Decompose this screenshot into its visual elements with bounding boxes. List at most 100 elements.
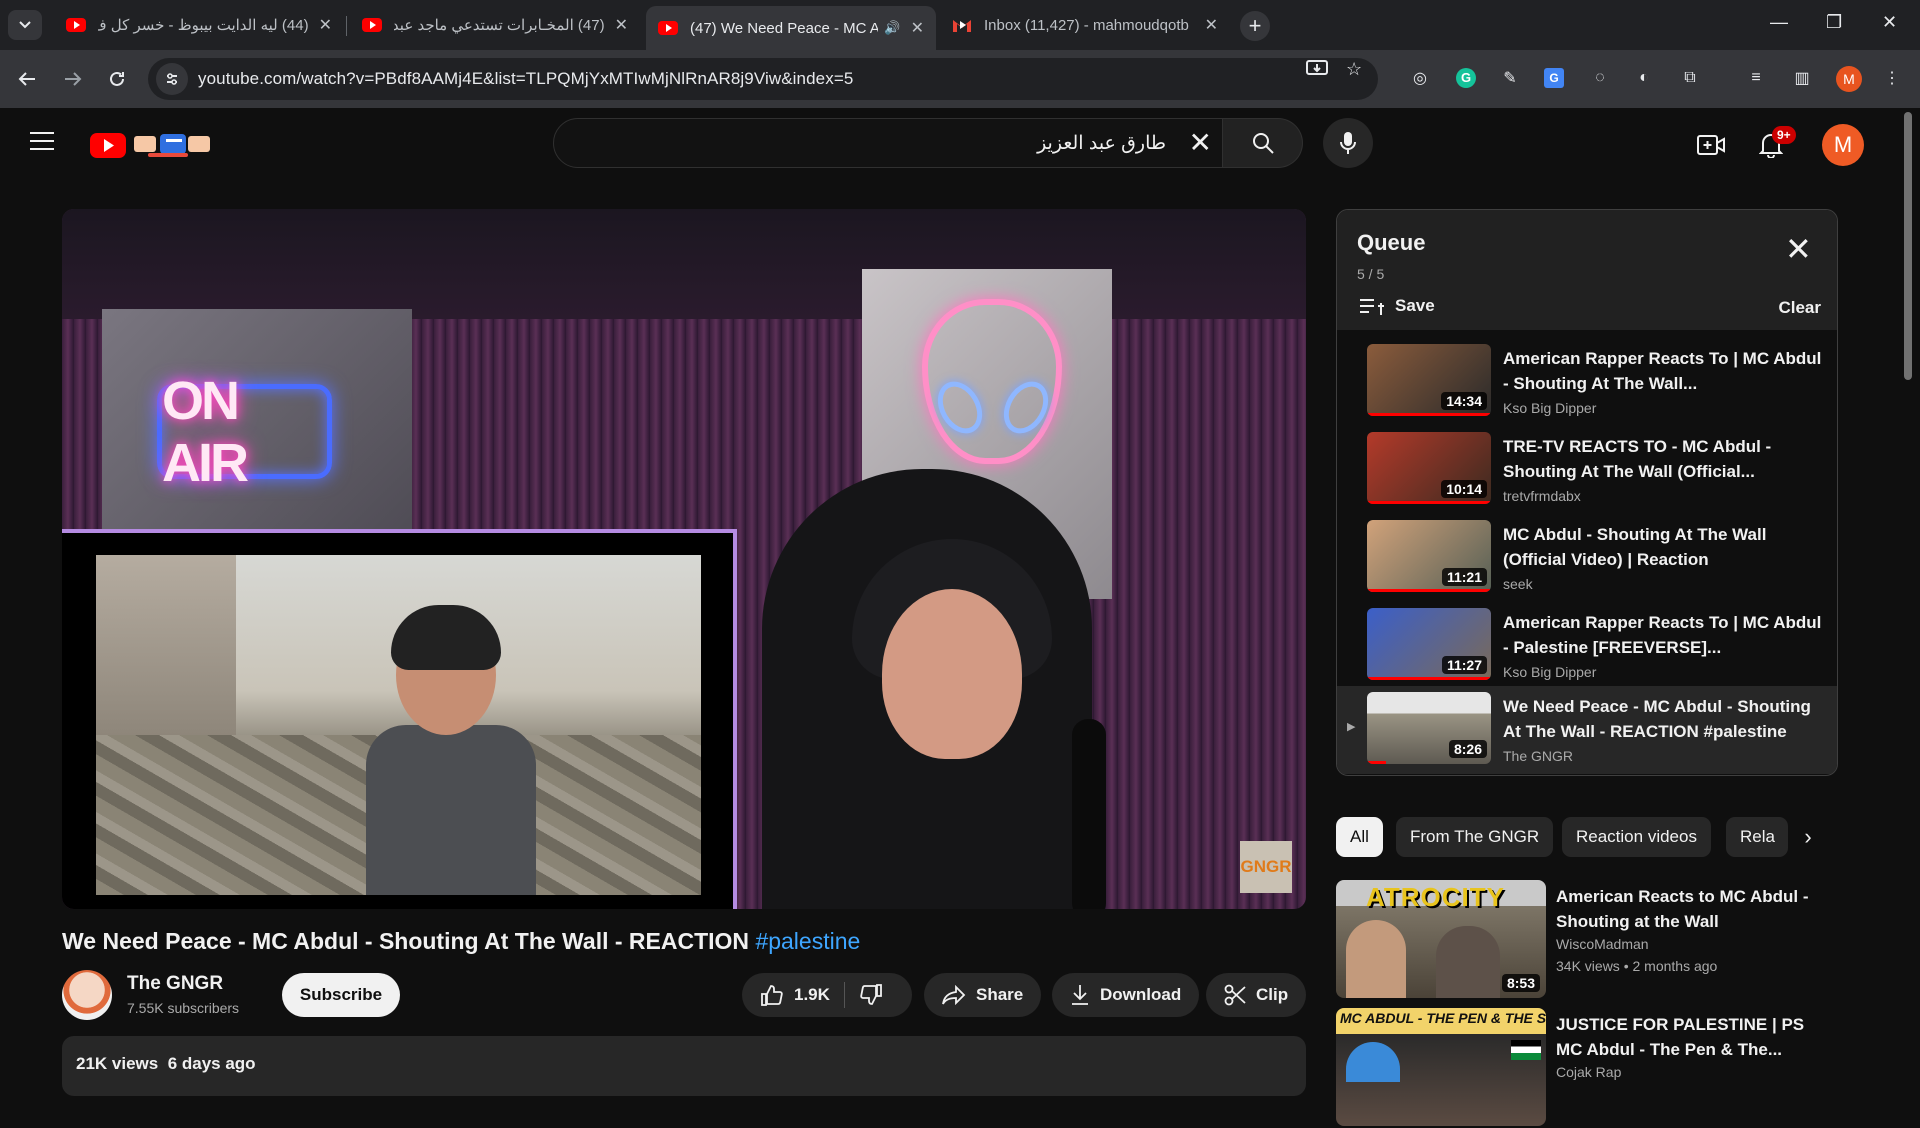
youtube-favicon-icon [66,18,86,32]
extensions-puzzle-icon[interactable]: ⧉ [1678,66,1702,90]
chip-reaction-videos[interactable]: Reaction videos [1562,817,1711,857]
queue-title: Queue [1357,230,1426,255]
channel-avatar[interactable] [62,970,112,1020]
close-queue-icon[interactable]: ✕ [1785,233,1812,265]
share-icon [942,985,966,1005]
share-button[interactable]: Share [924,973,1042,1017]
close-tab-icon[interactable]: ✕ [319,15,332,35]
minimize-icon[interactable]: — [1770,12,1788,33]
like-dislike-group: 1.9K [742,973,912,1017]
save-queue-button[interactable]: Save [1359,296,1435,316]
reload-icon[interactable] [100,62,134,96]
boy-figure [1436,926,1500,998]
scissors-icon [1224,984,1246,1006]
on-air-neon-sign: ON AIR [157,371,332,493]
media-control-icon[interactable]: ≡ [1744,66,1768,90]
close-tab-icon[interactable]: ✕ [615,15,628,35]
queue-item[interactable]: 11:27 American Rapper Reacts To | MC Abd… [1337,602,1837,690]
browser-tab-gmail[interactable]: Inbox (11,427) - mahmoudqotb ✕ [940,6,1230,44]
back-icon[interactable] [10,62,44,96]
reactor-figure [1346,920,1406,998]
speaker-icon[interactable]: 🔊 [884,20,900,36]
close-window-icon[interactable]: ✕ [1882,12,1897,33]
bookmark-star-icon[interactable]: ☆ [1346,59,1362,80]
eyedropper-icon[interactable]: ✎ [1498,66,1522,90]
tab-separator [346,16,347,36]
clear-search-icon[interactable]: ✕ [1189,129,1212,157]
chip-all[interactable]: All [1336,817,1383,857]
youtube-favicon-icon [362,18,382,32]
subscribe-button[interactable]: Subscribe [282,973,400,1017]
voice-search-button[interactable] [1323,118,1373,168]
extension-circle-icon[interactable]: ◌ [1588,66,1612,90]
browser-tab-active[interactable]: (47) We Need Peace - MC Abdul 🔊 ✕ [646,6,936,50]
close-tab-icon[interactable]: ✕ [1205,15,1218,35]
queue-item[interactable]: 11:21 MC Abdul - Shouting At The Wall (O… [1337,514,1837,602]
search-input[interactable]: طارق عبد العزيز ✕ [553,118,1223,168]
address-bar[interactable]: youtube.com/watch?v=PBdf8AAMj4E&list=TLP… [148,58,1378,100]
hashtag-link[interactable]: #palestine [755,928,860,954]
reaction-inset-video [62,529,737,909]
tab-search-button[interactable] [8,10,42,40]
clear-queue-button[interactable]: Clear [1778,298,1821,318]
download-icon [1072,985,1088,1005]
queue-thumbnail: 11:27 [1367,608,1491,680]
youtube-header: طارق عبد العزيز ✕ 9+ M [0,108,1920,180]
queue-item[interactable]: 10:14 TRE-TV REACTS TO - MC Abdul - Shou… [1337,426,1837,514]
extension-target-icon[interactable]: ◎ [1408,66,1432,90]
search-button[interactable] [1223,118,1303,168]
chip-related[interactable]: Rela [1726,817,1788,857]
now-playing-icon: ▶ [1347,721,1356,733]
clip-button[interactable]: Clip [1206,973,1307,1017]
download-button[interactable]: Download [1052,973,1200,1017]
video-player[interactable]: ON AIR GNGR [62,209,1306,909]
install-app-icon[interactable] [1306,59,1328,84]
create-video-icon[interactable] [1696,130,1726,160]
boy-hat [391,605,501,670]
translate-icon[interactable]: G [1542,66,1566,90]
forward-icon[interactable] [56,62,90,96]
boy-figure [366,605,536,895]
youtube-logo[interactable] [90,130,216,160]
extension-shape-icon[interactable]: ◐ [1632,66,1656,90]
studio-microphone [1072,719,1106,909]
side-panel-icon[interactable]: ▥ [1790,66,1814,90]
like-count[interactable]: 1.9K [794,985,830,1005]
reactor-figure [1346,1042,1400,1082]
close-tab-icon[interactable]: ✕ [911,18,924,38]
recommended-video[interactable]: ATROCITY 8:53 American Reacts to MC Abdu… [1336,880,1836,1000]
queue-thumbnail: 8:26 [1367,692,1491,764]
thumbs-up-icon[interactable] [760,984,784,1006]
host-face [882,589,1022,759]
page-scrollbar[interactable] [1904,112,1912,380]
browser-tab-2[interactable]: (47) المخـابرات تستدعي ماجد عبد ✕ [350,6,640,44]
grammarly-icon[interactable]: G [1454,66,1478,90]
channel-watermark[interactable]: GNGR [1240,841,1292,893]
restore-icon[interactable]: ❐ [1826,12,1842,33]
browser-profile-avatar[interactable]: M [1836,66,1862,92]
chip-from-channel[interactable]: From The GNGR [1396,817,1554,857]
browser-menu-icon[interactable]: ⋮ [1880,66,1904,90]
search-icon [1252,133,1274,154]
view-count: 21K views [76,1054,159,1073]
new-tab-button[interactable]: + [1240,11,1270,41]
site-info-icon[interactable] [156,63,188,95]
recommended-thumbnail: ATROCITY 8:53 [1336,880,1546,998]
channel-name[interactable]: The GNGR [127,973,223,995]
menu-icon[interactable] [30,132,54,150]
url-text: youtube.com/watch?v=PBdf8AAMj4E&list=TLP… [198,69,854,88]
queue-item-current[interactable]: ▶ 8:26 We Need Peace - MC Abdul - Shouti… [1337,686,1837,774]
upload-age: 6 days ago [167,1054,256,1073]
description-box[interactable]: 21K views 6 days ago [62,1036,1306,1096]
chevron-right-icon[interactable]: › [1788,817,1828,857]
queue-header: Queue 5 / 5 ✕ Save Clear [1337,210,1837,330]
thumbs-down-icon[interactable] [859,984,883,1006]
playlist-add-icon [1360,299,1384,315]
queue-item[interactable]: 14:34 American Rapper Reacts To | MC Abd… [1337,338,1837,426]
queue-thumbnail: 14:34 [1367,344,1491,416]
queue-thumbnail: 11:21 [1367,520,1491,592]
palestine-flag-icon [1511,1040,1541,1060]
account-avatar[interactable]: M [1822,124,1864,166]
recommended-video[interactable]: MC ABDUL - THE PEN & THE SWORD JUSTICE F… [1336,1008,1836,1128]
browser-tab-1[interactable]: (44) ليه الدايت بيبوظ - خسر كل ف ✕ [54,6,344,44]
